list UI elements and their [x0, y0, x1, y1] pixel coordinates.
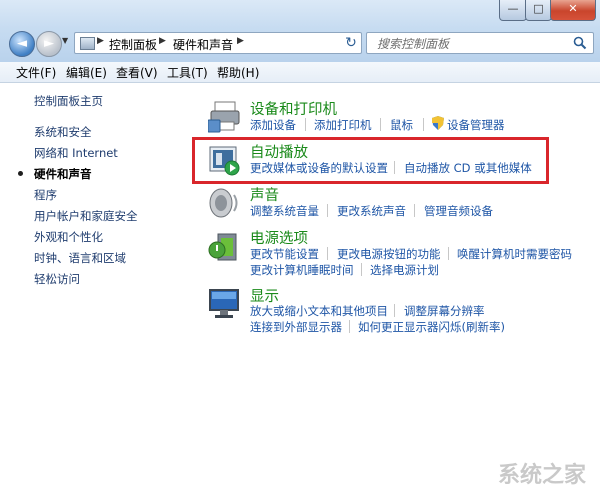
link-separator	[327, 247, 328, 260]
breadcrumb-control-panel[interactable]: 控制面板	[109, 36, 157, 53]
add-printer-link[interactable]: 添加打印机	[314, 117, 372, 133]
chevron-right-icon[interactable]: ▶	[159, 36, 166, 46]
control-panel-icon	[80, 37, 95, 50]
adjust-volume-link[interactable]: 调整系统音量	[250, 203, 319, 219]
chevron-right-icon[interactable]: ▶	[237, 36, 244, 46]
link-separator	[448, 247, 449, 260]
link-separator	[394, 161, 395, 174]
close-button[interactable]: ✕	[550, 0, 596, 21]
menu-bar: 文件(F) 编辑(E) 查看(V) 工具(T) 帮助(H)	[0, 62, 600, 83]
link-separator	[380, 118, 381, 131]
change-power-saving-link[interactable]: 更改节能设置	[250, 246, 319, 262]
sidebar-item-ease-of-access[interactable]: 轻松访问	[34, 271, 80, 287]
change-default-media-link[interactable]: 更改媒体或设备的默认设置	[250, 160, 388, 176]
change-system-sounds-link[interactable]: 更改系统声音	[337, 203, 406, 219]
search-input[interactable]	[375, 35, 569, 53]
sidebar-item-clock-region[interactable]: 时钟、语言和区域	[34, 250, 126, 266]
current-item-bullet	[18, 171, 23, 176]
autoplay-title[interactable]: 自动播放	[250, 141, 308, 162]
add-device-link[interactable]: 添加设备	[250, 117, 296, 133]
link-separator	[361, 263, 362, 276]
link-separator	[394, 304, 395, 317]
require-password-wakeup-link[interactable]: 唤醒计算机时需要密码	[457, 246, 572, 262]
sound-title[interactable]: 声音	[250, 184, 279, 205]
devices-printers-title[interactable]: 设备和打印机	[250, 98, 337, 119]
shield-icon	[432, 116, 444, 130]
fix-flicker-link[interactable]: 如何更正显示器闪烁(刷新率)	[358, 319, 505, 335]
manage-audio-devices-link[interactable]: 管理音频设备	[424, 203, 493, 219]
watermark: 系统之家	[497, 463, 586, 488]
address-bar[interactable]: ▶ 控制面板 ▶ 硬件和声音 ▶	[74, 32, 362, 54]
link-separator	[414, 204, 415, 217]
autoplay-cd-link[interactable]: 自动播放 CD 或其他媒体	[404, 160, 532, 176]
device-manager-link[interactable]: 设备管理器	[447, 117, 505, 133]
menu-edit[interactable]: 编辑(E)	[64, 64, 109, 81]
change-sleep-time-link[interactable]: 更改计算机睡眠时间	[250, 262, 354, 278]
link-separator	[349, 320, 350, 333]
choose-power-plan-link[interactable]: 选择电源计划	[370, 262, 439, 278]
connect-external-display-link[interactable]: 连接到外部显示器	[250, 319, 342, 335]
link-separator	[305, 118, 306, 131]
menu-tools[interactable]: 工具(T)	[165, 64, 210, 81]
chevron-right-icon[interactable]: ▶	[97, 36, 104, 46]
history-dropdown-icon[interactable]: ▼	[62, 36, 72, 50]
link-separator	[327, 204, 328, 217]
printer-icon[interactable]	[208, 100, 242, 134]
power-button-function-link[interactable]: 更改电源按钮的功能	[337, 246, 441, 262]
power-options-icon[interactable]	[208, 230, 242, 264]
minimize-button[interactable]: —	[499, 0, 527, 21]
menu-help[interactable]: 帮助(H)	[215, 64, 261, 81]
sidebar-item-appearance[interactable]: 外观和个性化	[34, 229, 103, 245]
mouse-link[interactable]: 鼠标	[390, 117, 413, 133]
sidebar-item-user-accounts[interactable]: 用户帐户和家庭安全	[34, 208, 138, 224]
sidebar-item-programs[interactable]: 程序	[34, 187, 57, 203]
search-icon[interactable]	[573, 36, 587, 50]
search-box[interactable]	[366, 32, 594, 54]
sidebar-item-network[interactable]: 网络和 Internet	[34, 145, 118, 161]
speaker-icon[interactable]	[208, 186, 242, 220]
title-bar: — □ ✕ ◄ ► ▼ ▶ 控制面板 ▶ 硬件和声音 ▶ ↻	[0, 0, 600, 63]
sidebar-item-system-security[interactable]: 系统和安全	[34, 124, 92, 140]
link-separator	[423, 118, 424, 131]
forward-button[interactable]: ►	[36, 31, 62, 57]
breadcrumb-hardware-sound[interactable]: 硬件和声音	[173, 36, 233, 53]
power-options-title[interactable]: 电源选项	[250, 227, 308, 248]
maximize-button[interactable]: □	[525, 0, 552, 21]
sidebar-item-home[interactable]: 控制面板主页	[34, 93, 103, 109]
display-icon[interactable]	[208, 287, 242, 321]
refresh-button[interactable]: ↻	[340, 32, 362, 54]
menu-file[interactable]: 文件(F)	[14, 64, 58, 81]
make-text-larger-link[interactable]: 放大或缩小文本和其他项目	[250, 303, 388, 319]
sidebar-item-hardware-sound: 硬件和声音	[34, 167, 92, 181]
back-button[interactable]: ◄	[9, 31, 35, 57]
menu-view[interactable]: 查看(V)	[114, 64, 160, 81]
adjust-resolution-link[interactable]: 调整屏幕分辨率	[404, 303, 485, 319]
autoplay-icon[interactable]	[208, 143, 242, 177]
